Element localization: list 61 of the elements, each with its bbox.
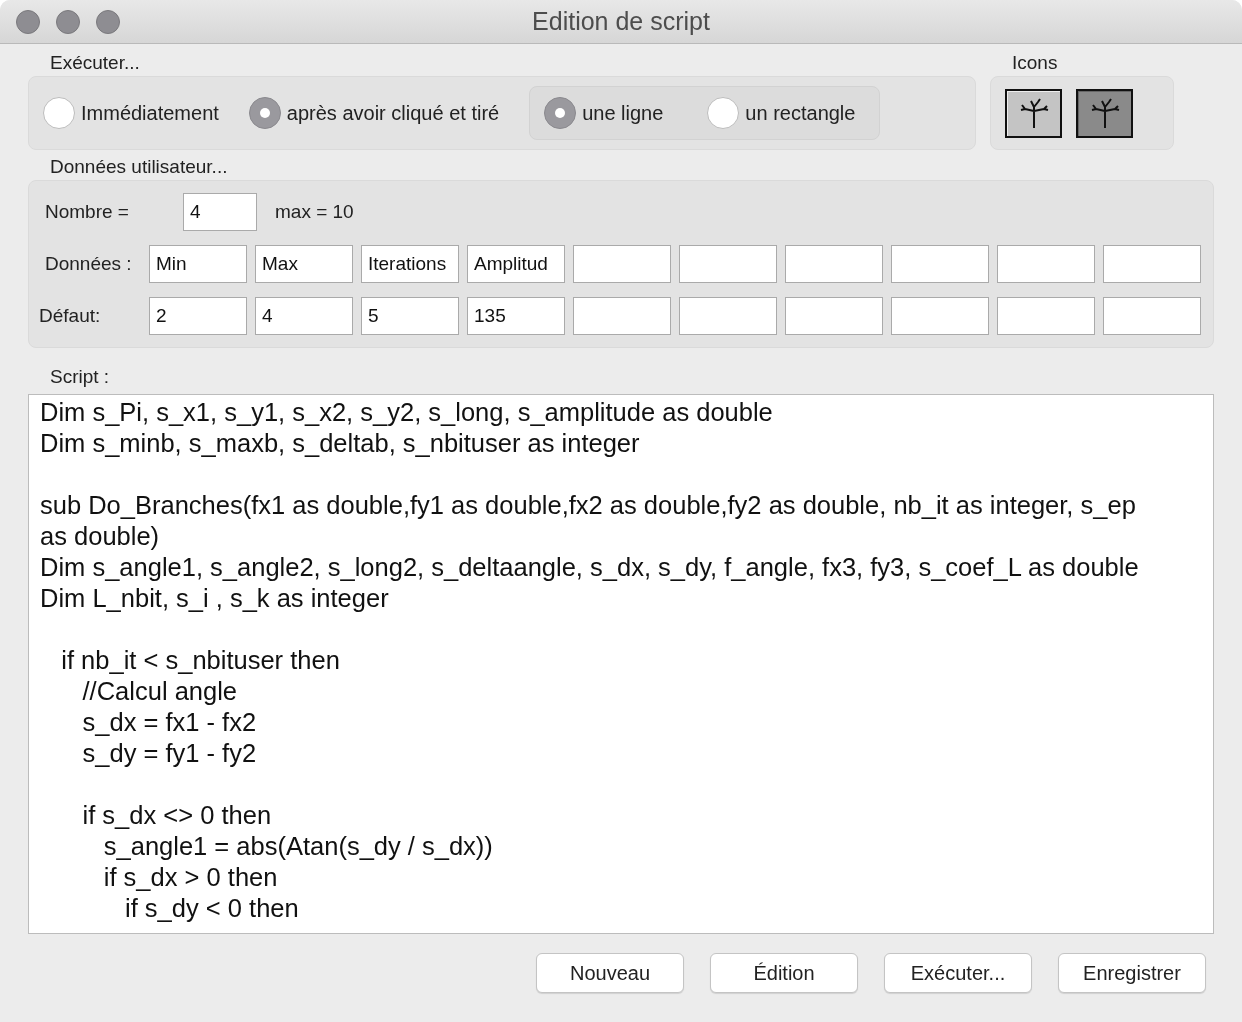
window-title: Edition de script [532,7,710,36]
window-control-button[interactable] [96,9,120,34]
default-value-field[interactable]: 135 [467,297,565,335]
data-name-field[interactable] [1103,245,1201,283]
code-line: Dim s_Pi, s_x1, s_y1, s_x2, s_y2, s_long, s_amplitude as double [40,397,774,428]
default-value-field[interactable] [785,297,883,335]
code-line: if s_dx <> 0 then [81,800,273,831]
radio-button[interactable] [248,97,281,129]
data-name-field[interactable] [891,245,989,283]
code-line: s_dy = fy1 - fy2 [81,738,258,769]
data-name-field[interactable]: Amplitud [467,245,565,283]
field-label: Données : [44,253,133,275]
code-line: //Calcul angle [81,676,239,707]
code-line: if nb_it < s_nbituser then [60,645,341,676]
radio-label: après avoir cliqué et tiré [286,101,500,125]
default-value-field[interactable] [679,297,777,335]
icon-button[interactable] [1076,88,1133,138]
icon-button[interactable] [1005,88,1062,138]
dialog-button[interactable]: Nouveau [536,953,684,993]
radio-label: Immédiatement [81,101,219,125]
default-value-field[interactable] [573,297,671,335]
code-line: s_dx = fx1 - fx2 [81,707,258,738]
max-label: max = 10 [275,201,354,223]
radio-button[interactable] [544,97,577,129]
code-line: if s_dx > 0 then [102,862,279,893]
data-name-field[interactable] [573,245,671,283]
default-value-field[interactable]: 4 [255,297,353,335]
dialog-button[interactable]: Enregistrer [1058,953,1206,993]
data-name-field[interactable] [997,245,1095,283]
data-name-field[interactable] [679,245,777,283]
data-name-field[interactable]: Min [149,245,247,283]
default-value-field[interactable] [891,297,989,335]
code-line: Dim s_minb, s_maxb, s_deltab, s_nbituser as integer [40,428,641,459]
radio-label: une ligne [582,101,664,125]
dialog-button[interactable]: Édition [710,953,858,993]
dialog-button[interactable]: Exécuter... [884,953,1032,993]
default-value-field[interactable] [1103,297,1201,335]
code-line: s_angle1 = abs(Atan(s_dy / s_dx)) [102,831,494,862]
data-name-field[interactable]: Max [255,245,353,283]
number-field[interactable]: 4 [183,193,257,231]
section-label: Icons [1012,52,1058,73]
data-name-field[interactable]: Iterations [361,245,459,283]
window-control-button[interactable] [16,9,40,34]
code-line: sub Do_Branches(fx1 as double,fy1 as double,fx2 as double,fy2 as double, nb_it as integer, s_ep as double) [40,490,1137,552]
default-value-field[interactable]: 2 [149,297,247,335]
window-control-button[interactable] [56,9,80,34]
field-label: Nombre = [44,201,130,223]
script-editor[interactable] [28,394,1214,934]
code-line: if s_dy < 0 then [124,893,300,924]
default-value-field[interactable]: 5 [361,297,459,335]
code-line: Dim L_nbit, s_i , s_k as integer [40,583,390,614]
radio-button[interactable] [707,97,740,129]
field-label: Défaut: [39,305,102,327]
radio-label: un rectangle [745,101,856,125]
section-label: Données utilisateur... [50,156,228,177]
data-name-field[interactable] [785,245,883,283]
section-label: Script : [50,366,110,387]
code-line: Dim s_angle1, s_angle2, s_long2, s_deltaangle, s_dx, s_dy, f_angle, fx3, fy3, s_coef_L as double [40,552,1140,583]
radio-button[interactable] [43,97,75,129]
default-value-field[interactable] [997,297,1095,335]
section-label: Exécuter... [50,52,140,73]
